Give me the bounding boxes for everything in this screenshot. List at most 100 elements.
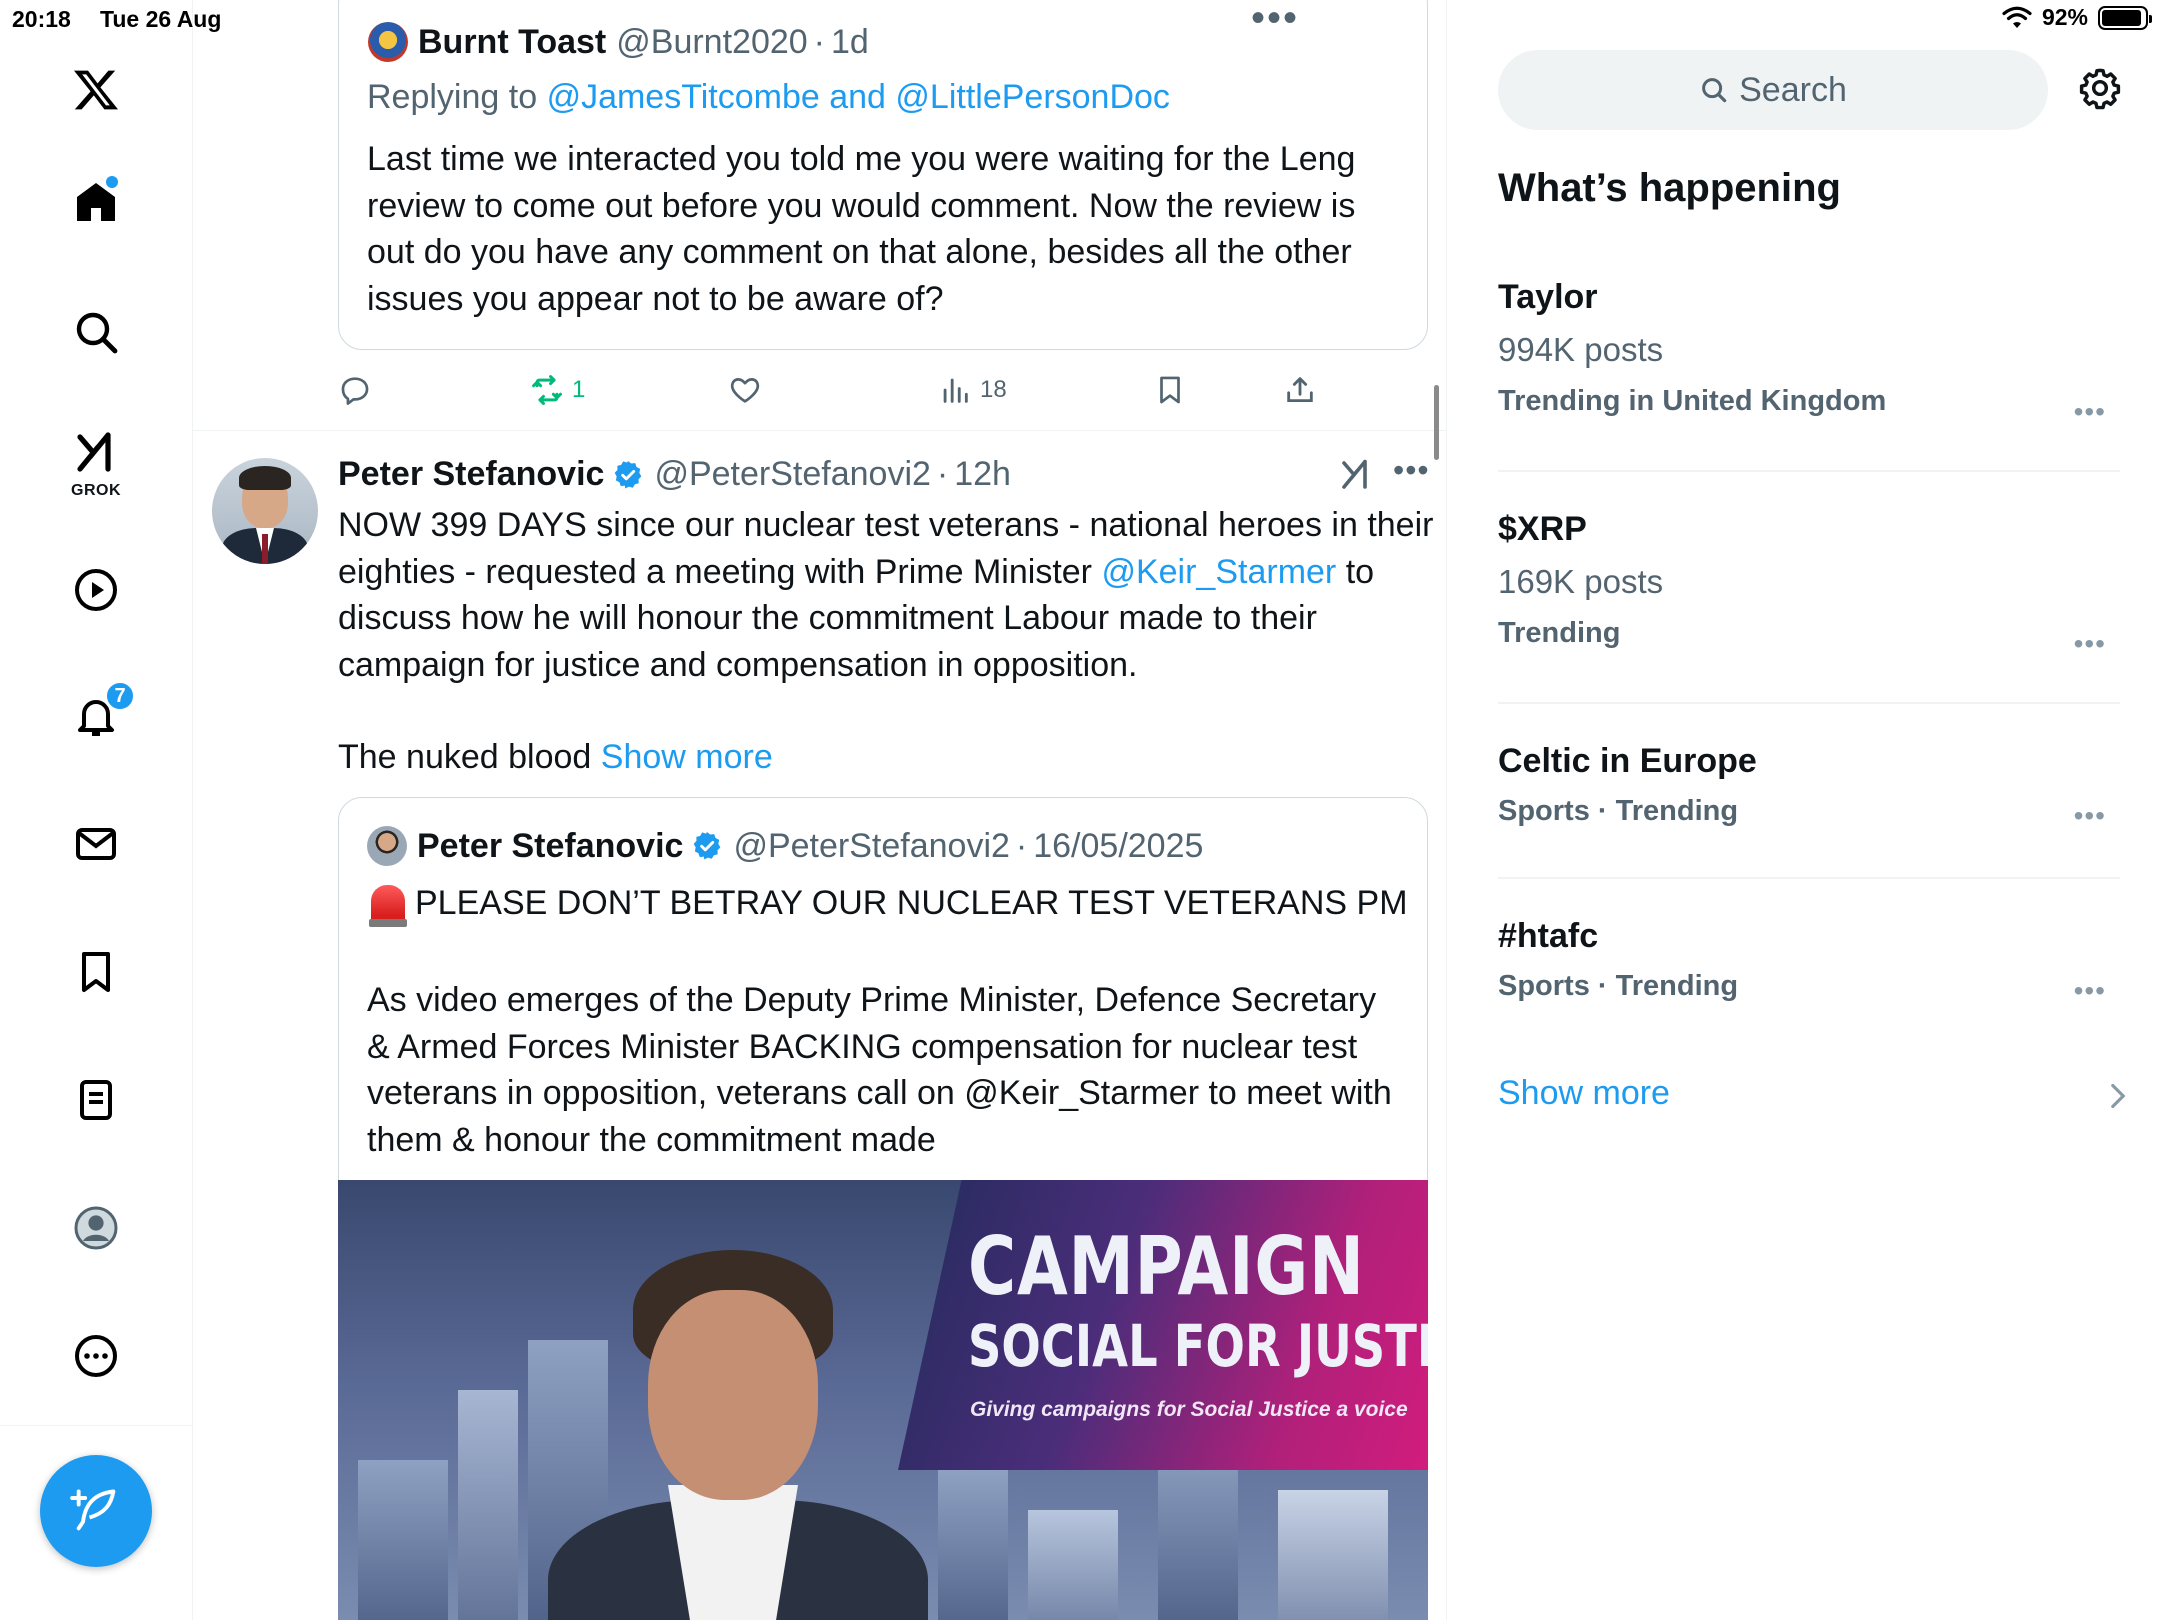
trend-context: Trending in United Kingdom bbox=[1498, 385, 1887, 417]
battery-icon bbox=[2098, 5, 2152, 30]
trend-name: $XRP bbox=[1498, 510, 1587, 548]
replying-prefix: Replying to bbox=[367, 78, 538, 116]
status-right: 92% bbox=[2002, 4, 2152, 31]
like-button[interactable] bbox=[728, 365, 762, 415]
battery-percent: 92% bbox=[2041, 4, 2088, 30]
compose-post-button[interactable] bbox=[40, 1455, 152, 1567]
post-date: 16/05/2025 bbox=[1033, 826, 1204, 865]
retweet-count: 1 bbox=[572, 376, 586, 403]
home-icon[interactable] bbox=[56, 162, 136, 242]
quoted-tweet-header: Peter Stefanovic @PeterStefanovi2 · 16/0… bbox=[367, 826, 1203, 866]
notification-badge: 7 bbox=[104, 680, 136, 712]
trend-name: Taylor bbox=[1498, 278, 1598, 316]
trend-item[interactable]: Taylor 994K posts Trending in United Kin… bbox=[1498, 278, 2120, 427]
trend-item[interactable]: #htafc Sports · Trending ••• bbox=[1498, 917, 2120, 1006]
more-icon[interactable] bbox=[56, 1316, 136, 1396]
avatar[interactable] bbox=[212, 458, 318, 564]
banner-tagline: Giving campaigns for Social Justice a vo… bbox=[970, 1398, 1408, 1421]
feather-plus-icon bbox=[70, 1489, 116, 1531]
trend-more-button[interactable]: ••• bbox=[2074, 800, 2106, 832]
video-icon[interactable] bbox=[56, 550, 136, 630]
mail-icon[interactable] bbox=[56, 804, 136, 884]
chevron-right-icon bbox=[2111, 1083, 2126, 1109]
replying-to-link[interactable]: @JamesTitcombe and @LittlePersonDoc bbox=[547, 78, 1170, 116]
grok-explain-icon[interactable] bbox=[1338, 457, 1374, 493]
trend-divider bbox=[1498, 470, 2120, 472]
trend-more-button[interactable]: ••• bbox=[2074, 628, 2106, 660]
status-date: Tue 26 Aug bbox=[100, 6, 222, 32]
search-icon[interactable] bbox=[56, 292, 136, 372]
trend-item[interactable]: Celtic in Europe Sports · Trending ••• bbox=[1498, 742, 2120, 831]
author-name[interactable]: Peter Stefanovic bbox=[417, 827, 683, 866]
trend-name: #htafc bbox=[1498, 917, 1599, 955]
settings-gear-icon[interactable] bbox=[2077, 65, 2123, 111]
views-button[interactable]: 18 bbox=[938, 365, 1007, 415]
search-icon bbox=[1702, 78, 1727, 103]
analytics-icon bbox=[943, 378, 968, 403]
search-placeholder: Search bbox=[1739, 70, 1847, 109]
quoted-tweet-video[interactable]: CAMPAIGN SOCIAL FOR JUSTICE Giving campa… bbox=[338, 1180, 1428, 1620]
trend-posts: 994K posts bbox=[1498, 331, 1664, 368]
video-speaker bbox=[538, 1250, 938, 1620]
reply-button[interactable] bbox=[338, 365, 372, 415]
share-icon bbox=[1287, 377, 1313, 403]
wifi-icon bbox=[2002, 6, 2032, 28]
trend-item[interactable]: $XRP 169K posts Trending ••• bbox=[1498, 510, 2120, 659]
trend-context: Sports · Trending bbox=[1498, 970, 1739, 1002]
battery-level bbox=[2102, 9, 2141, 26]
timeline: ••• Burnt Toast @Burnt2020 · 1d Replying… bbox=[193, 0, 1447, 1620]
notifications-bell-icon[interactable]: 7 bbox=[56, 676, 136, 756]
replying-to: Replying to @JamesTitcombe and @LittlePe… bbox=[367, 78, 1170, 117]
bookmark-button[interactable] bbox=[1153, 365, 1187, 415]
trend-more-button[interactable]: ••• bbox=[2074, 975, 2106, 1007]
mention-link[interactable]: @Keir_Starmer bbox=[1101, 553, 1336, 591]
siren-icon bbox=[369, 884, 407, 927]
nav-divider bbox=[0, 1425, 193, 1426]
quoted-tweet-text: As video emerges of the Deputy Prime Min… bbox=[367, 981, 1392, 1159]
trend-more-button[interactable]: ••• bbox=[2074, 396, 2106, 428]
retweet-button[interactable]: 1 bbox=[530, 365, 585, 415]
tweet-actions: 1 18 bbox=[338, 365, 1348, 415]
trend-divider bbox=[1498, 702, 2120, 704]
heart-icon bbox=[730, 378, 760, 403]
author-handle[interactable]: @PeterStefanovi2 bbox=[654, 455, 930, 494]
profile-avatar-icon[interactable] bbox=[56, 1188, 136, 1268]
search-input[interactable]: Search bbox=[1498, 50, 2048, 130]
grok-icon[interactable]: GROK bbox=[56, 422, 136, 502]
quoted-headline-text: PLEASE DON’T BETRAY OUR NUCLEAR TEST VET… bbox=[415, 884, 1408, 922]
tweet-more-menu[interactable]: ••• bbox=[1393, 452, 1430, 489]
trend-context: Sports · Trending bbox=[1498, 795, 1739, 827]
verified-badge-icon bbox=[694, 832, 721, 860]
share-button[interactable] bbox=[1283, 365, 1317, 415]
bookmark-icon[interactable] bbox=[56, 932, 136, 1012]
lists-icon[interactable] bbox=[56, 1060, 136, 1140]
scrollbar-thumb[interactable] bbox=[1434, 385, 1439, 460]
tweet-text-part: The nuked blood bbox=[338, 738, 601, 776]
show-more-trends-link[interactable]: Show more bbox=[1498, 1074, 1670, 1113]
avatar[interactable] bbox=[367, 826, 407, 866]
reply-text: Last time we interacted you told me you … bbox=[367, 140, 1356, 318]
tweet-header: Peter Stefanovic @PeterStefanovi2 · 12h bbox=[338, 455, 1011, 494]
views-count: 18 bbox=[980, 376, 1007, 403]
left-nav: GROK 7 bbox=[0, 0, 193, 1620]
separator: · bbox=[936, 455, 949, 493]
author-name[interactable]: Peter Stefanovic bbox=[338, 455, 604, 494]
show-more-link[interactable]: Show more bbox=[601, 738, 773, 776]
banner-title: CAMPAIGN bbox=[968, 1220, 1365, 1313]
whats-happening-title: What’s happening bbox=[1498, 166, 1841, 210]
trend-context: Trending bbox=[1498, 617, 1621, 649]
right-sidebar: Search What’s happening Taylor 994K post… bbox=[1448, 0, 2160, 1620]
home-unread-dot bbox=[106, 176, 118, 188]
trend-posts: 169K posts bbox=[1498, 563, 1664, 600]
post-time: 12h bbox=[954, 455, 1011, 493]
trend-name: Celtic in Europe bbox=[1498, 742, 1757, 780]
status-time: 20:18 bbox=[12, 6, 71, 32]
status-bar: 20:18 Tue 26 Aug 92% bbox=[0, 0, 2160, 40]
tweet-text-continued: The nuked blood Show more bbox=[338, 734, 773, 781]
x-logo-icon[interactable] bbox=[56, 50, 136, 130]
author-handle[interactable]: @PeterStefanovi2 bbox=[733, 827, 1009, 866]
tweet-text: NOW 399 DAYS since our nuclear test vete… bbox=[338, 502, 1438, 688]
reply-icon bbox=[341, 377, 369, 405]
verified-badge-icon bbox=[615, 460, 642, 488]
grok-label: GROK bbox=[71, 482, 121, 499]
